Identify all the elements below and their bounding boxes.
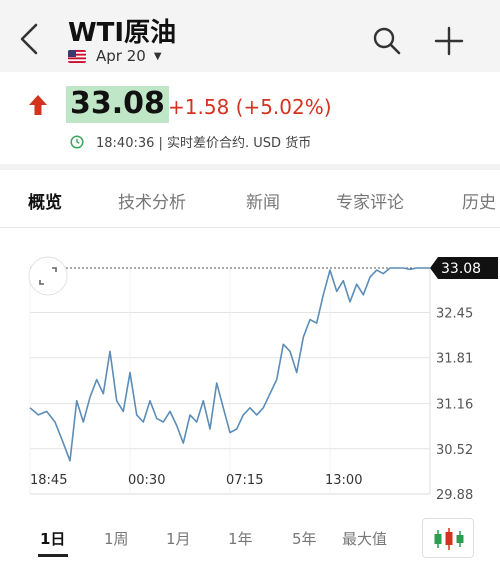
- quote-timestamp: 18:40:36 | 实时差价合约. USD 货币: [96, 136, 312, 151]
- top-bar: WTI原油 Apr 20 ▼: [0, 0, 500, 72]
- instrument-title: WTI原油: [68, 18, 177, 48]
- range-5y[interactable]: 5年: [292, 528, 317, 549]
- range-selector: 1日 1周 1月 1年 5年 最大值: [0, 512, 500, 568]
- quote-meta: 18:40:36 | 实时差价合约. USD 货币: [70, 132, 311, 151]
- tab-overview[interactable]: 概览: [28, 188, 62, 213]
- price-chart[interactable]: 32.45 31.81 31.16 30.52 29.88 18:45 00:30 07:15…: [0, 236, 500, 506]
- x-tick-label: 00:30: [128, 473, 165, 488]
- price-change: +1.58 (+5.02%): [168, 95, 332, 119]
- y-tick-label: 31.16: [436, 398, 473, 413]
- x-tick-label: 07:15: [226, 473, 263, 488]
- caret-down-icon: ▼: [153, 50, 162, 62]
- add-icon[interactable]: [434, 26, 464, 56]
- date-selector[interactable]: Apr 20 ▼: [68, 46, 162, 66]
- tab-news[interactable]: 新闻: [246, 188, 280, 213]
- range-1d[interactable]: 1日: [40, 528, 65, 549]
- y-tick-label: 30.52: [436, 443, 473, 458]
- range-1y[interactable]: 1年: [228, 528, 253, 549]
- range-max[interactable]: 最大值: [342, 528, 387, 549]
- tab-history[interactable]: 历史: [462, 188, 496, 213]
- active-range-indicator: [38, 554, 68, 557]
- range-1m[interactable]: 1月: [166, 528, 191, 549]
- back-icon[interactable]: [14, 22, 44, 56]
- expand-chart-button[interactable]: [28, 256, 68, 296]
- x-tick-label: 18:45: [30, 473, 67, 488]
- arrow-up-icon: [29, 95, 47, 115]
- y-tick-label: 31.81: [436, 352, 473, 367]
- tab-analysis[interactable]: 专家评论: [336, 188, 404, 213]
- last-price-badge-label: 33.08: [441, 261, 481, 277]
- current-price: 33.08: [66, 86, 169, 123]
- section-tabs: 概览 技术分析 新闻 专家评论 历史: [0, 170, 500, 228]
- date-label: Apr 20: [96, 47, 146, 65]
- quote-panel: 33.08 +1.58 (+5.02%) 18:40:36 | 实时差价合约. …: [0, 72, 500, 164]
- search-icon[interactable]: [372, 26, 402, 56]
- x-tick-label: 13:00: [325, 473, 362, 488]
- us-flag-icon: [68, 49, 86, 63]
- range-1w[interactable]: 1周: [104, 528, 129, 549]
- y-tick-label: 29.88: [436, 488, 473, 503]
- clock-icon: [70, 134, 84, 149]
- candlestick-icon: [434, 528, 464, 550]
- tab-technical[interactable]: 技术分析: [118, 188, 186, 213]
- candlestick-toggle-button[interactable]: [422, 518, 474, 558]
- y-tick-label: 32.45: [436, 306, 473, 321]
